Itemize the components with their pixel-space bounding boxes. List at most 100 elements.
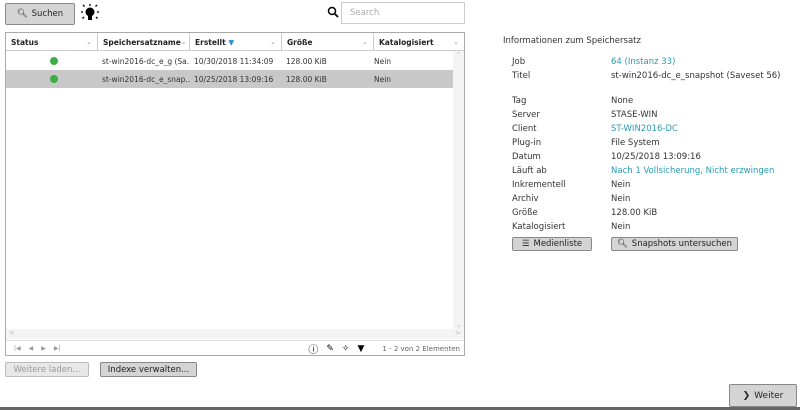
saveset-grid: Status ⌄ Speichersatzname ⌄ Erstellt ▼ ⌄ Gr… bbox=[5, 32, 465, 356]
info-field: Titel st-win2016-dc_e_snapshot (Saveset 5… bbox=[512, 70, 781, 83]
cell-created: 10/25/2018 13:09:16 bbox=[194, 74, 274, 84]
info-label: Job bbox=[512, 57, 526, 67]
last-page-icon[interactable]: ▶| bbox=[54, 345, 61, 352]
column-label: Erstellt bbox=[195, 37, 226, 47]
info-field: Tag None bbox=[512, 95, 791, 108]
info-label: Datum bbox=[512, 152, 541, 162]
media-list-button[interactable]: ☰ Medienliste bbox=[512, 237, 592, 251]
info-label: Katalogisiert bbox=[512, 222, 566, 232]
info-field: Job 64 (Instanz 33) bbox=[512, 56, 791, 69]
vertical-scrollbar[interactable]: ⌃ ⌄ bbox=[453, 51, 464, 329]
column-label: Status bbox=[11, 37, 39, 47]
cell-size: 128.00 KiB bbox=[286, 74, 327, 84]
search-icon bbox=[327, 6, 339, 20]
info-field: Datum 10/25/2018 13:09:16 bbox=[512, 151, 791, 164]
status-indicator bbox=[6, 57, 98, 65]
scroll-left-icon[interactable]: < bbox=[9, 329, 15, 337]
horizontal-scrollbar[interactable]: < > bbox=[6, 329, 464, 339]
scroll-down-icon[interactable]: ⌄ bbox=[453, 321, 464, 329]
column-label: Speichersatzname bbox=[103, 37, 181, 47]
magnifier-icon: 🔍︎ bbox=[617, 239, 628, 249]
chevron-right-icon: ❯ bbox=[742, 390, 751, 401]
info-label: Größe bbox=[512, 208, 538, 218]
button-label: Weiter bbox=[754, 390, 784, 401]
info-field: Läuft ab Nach 1 Vollsicherung, Nicht erzw… bbox=[512, 165, 791, 178]
column-header-size[interactable]: Größe ⌄ bbox=[282, 33, 374, 51]
info-field: Katalogisiert Nein bbox=[512, 221, 791, 234]
pin-icon[interactable]: ✧ bbox=[342, 344, 350, 354]
search-input[interactable] bbox=[341, 2, 465, 24]
info-value: Nein bbox=[611, 194, 631, 204]
list-icon: ☰ bbox=[521, 239, 530, 249]
chevron-down-icon[interactable]: ⌄ bbox=[270, 38, 276, 46]
info-label: Titel bbox=[512, 71, 531, 81]
info-value: st-win2016-dc_e_snapshot (Saveset 56) bbox=[611, 71, 781, 81]
column-label: Größe bbox=[287, 37, 313, 47]
info-field: Größe 128.00 KiB bbox=[512, 207, 791, 220]
cell-cataloged: Nein bbox=[374, 74, 392, 84]
scroll-up-icon[interactable]: ⌃ bbox=[453, 51, 464, 59]
table-row[interactable]: st-win2016-dc_e_snap... 10/25/2018 13:09… bbox=[6, 70, 453, 88]
cell-name: st-win2016-dc_e_g (Sa... bbox=[102, 56, 190, 66]
chevron-down-icon[interactable]: ⌄ bbox=[362, 38, 368, 46]
info-value: 128.00 KiB bbox=[611, 208, 658, 218]
cell-size: 128.00 KiB bbox=[286, 56, 327, 66]
search-button[interactable]: 🔍︎ Suchen bbox=[5, 3, 75, 25]
status-indicator bbox=[6, 75, 98, 83]
lightbulb-icon[interactable] bbox=[80, 3, 100, 25]
cell-created: 10/30/2018 11:34:09 bbox=[194, 56, 274, 66]
cell-name: st-win2016-dc_e_snap... bbox=[102, 74, 190, 84]
filter-icon[interactable]: ▼ bbox=[357, 344, 364, 354]
info-label: Archiv bbox=[512, 194, 539, 204]
prev-page-icon[interactable]: ◀ bbox=[29, 345, 34, 352]
column-header-cataloged[interactable]: Katalogisiert ⌄ bbox=[374, 33, 464, 51]
grid-pager: |◀ ◀ ▶ ▶| ⓘ ✎ ✧ ▼ 1 - 2 von 2 Elementen bbox=[6, 340, 464, 356]
chevron-down-icon[interactable]: ⌄ bbox=[453, 38, 459, 46]
button-label: Snapshots untersuchen bbox=[631, 239, 732, 249]
sort-desc-icon: ▼ bbox=[228, 37, 235, 47]
cell-cataloged: Nein bbox=[374, 56, 392, 66]
scroll-right-icon[interactable]: > bbox=[455, 329, 461, 337]
info-label: Plug-in bbox=[512, 138, 542, 148]
info-label: Client bbox=[512, 124, 537, 134]
column-label-wrap: Erstellt ▼ bbox=[195, 38, 234, 47]
info-label: Server bbox=[512, 110, 540, 120]
chevron-down-icon[interactable]: ⌄ bbox=[181, 38, 187, 46]
info-link[interactable]: Nach 1 Vollsicherung, Nicht erzwingen bbox=[611, 165, 791, 178]
magnifier-icon: 🔍︎ bbox=[16, 9, 28, 19]
first-page-icon[interactable]: |◀ bbox=[14, 345, 21, 352]
info-label: Tag bbox=[512, 96, 527, 106]
info-field: Client ST-WIN2016-DC bbox=[512, 123, 791, 136]
info-field: Archiv Nein bbox=[512, 193, 791, 206]
button-label: Weitere laden... bbox=[13, 364, 81, 375]
manage-indexes-button[interactable]: Indexe verwalten... bbox=[100, 362, 197, 377]
edit-icon[interactable]: ✎ bbox=[326, 344, 334, 354]
column-header-name[interactable]: Speichersatzname ⌄ bbox=[98, 33, 190, 51]
next-button[interactable]: ❯ Weiter bbox=[729, 384, 797, 407]
chevron-down-icon[interactable]: ⌄ bbox=[86, 38, 92, 46]
info-link[interactable]: 64 (Instanz 33) bbox=[611, 56, 791, 69]
info-field: Server STASE-WIN bbox=[512, 109, 791, 122]
grid-header: Status ⌄ Speichersatzname ⌄ Erstellt ▼ ⌄ Gr… bbox=[6, 33, 464, 51]
info-panel-title: Informationen zum Speichersatz bbox=[503, 36, 641, 46]
pager-status: 1 - 2 von 2 Elementen bbox=[382, 344, 460, 353]
info-value: File System bbox=[611, 138, 660, 148]
info-value: STASE-WIN bbox=[611, 110, 658, 120]
browse-snapshots-button[interactable]: 🔍︎ Snapshots untersuchen bbox=[611, 237, 738, 251]
next-page-icon[interactable]: ▶ bbox=[41, 345, 46, 352]
load-more-button[interactable]: Weitere laden... bbox=[5, 362, 89, 377]
column-label: Katalogisiert bbox=[379, 37, 434, 47]
info-link[interactable]: ST-WIN2016-DC bbox=[611, 123, 791, 136]
info-field: Plug-in File System bbox=[512, 137, 791, 150]
info-icon[interactable]: ⓘ bbox=[308, 341, 318, 356]
info-label: Inkrementell bbox=[512, 180, 566, 190]
info-field: Inkrementell Nein bbox=[512, 179, 791, 192]
info-value: Nein bbox=[611, 222, 631, 232]
column-header-status[interactable]: Status ⌄ bbox=[6, 33, 98, 51]
info-value: None bbox=[611, 96, 634, 106]
button-label: Indexe verwalten... bbox=[107, 364, 190, 375]
table-row[interactable]: st-win2016-dc_e_g (Sa... 10/30/2018 11:3… bbox=[6, 52, 453, 70]
column-header-created[interactable]: Erstellt ▼ ⌄ bbox=[190, 33, 282, 51]
button-label: Medienliste bbox=[533, 239, 583, 249]
info-value: Nein bbox=[611, 180, 631, 190]
